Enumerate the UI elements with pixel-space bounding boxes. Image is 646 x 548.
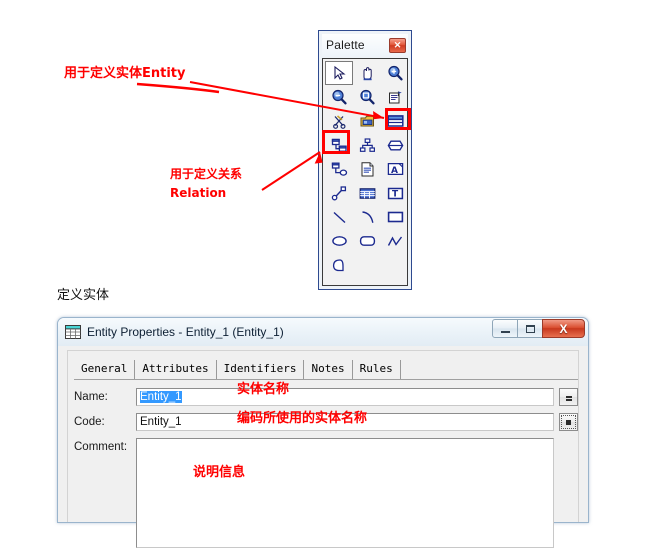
relationship-tool[interactable] <box>325 133 353 157</box>
annotation-name-text: 实体名称 <box>237 382 290 397</box>
comment-label: Comment: <box>74 441 128 453</box>
line-tool[interactable] <box>325 205 353 229</box>
name-input-value: Entity_1 <box>140 391 182 403</box>
comment-textarea[interactable] <box>136 438 554 548</box>
zoom-area-tool[interactable] <box>353 85 381 109</box>
association-tool[interactable] <box>381 133 409 157</box>
link-tool[interactable] <box>325 157 353 181</box>
inheritance-tool[interactable] <box>353 133 381 157</box>
name-input[interactable]: Entity_1 <box>136 388 554 406</box>
palette-titlebar[interactable]: Palette ✕ <box>322 34 408 56</box>
window-controls: X <box>492 319 585 338</box>
tab-rules[interactable]: Rules <box>353 360 401 379</box>
palette-tool-grid: A T <box>325 61 405 277</box>
palette-title: Palette <box>326 38 365 52</box>
rectangle-tool[interactable] <box>381 205 409 229</box>
tab-general[interactable]: General <box>74 360 136 379</box>
ellipse-tool[interactable] <box>325 229 353 253</box>
name-field-wrap: Entity_1 <box>136 388 578 406</box>
entity-grid-icon <box>65 325 81 339</box>
tab-identifiers[interactable]: Identifiers <box>217 360 305 379</box>
entity-tool[interactable] <box>381 109 409 133</box>
comment-field-row: Comment: <box>74 438 578 548</box>
name-label: Name: <box>74 391 108 403</box>
maximize-button[interactable] <box>517 319 543 338</box>
name-field-row: Name: Entity_1 <box>74 388 578 406</box>
file-note-tool[interactable] <box>353 157 381 181</box>
tab-notes[interactable]: Notes <box>304 360 353 379</box>
dialog-body: General Attributes Identifiers Notes Rul… <box>67 350 579 548</box>
dialog-titlebar[interactable]: Entity Properties - Entity_1 (Entity_1) … <box>58 318 588 346</box>
text-tool[interactable]: T <box>381 181 409 205</box>
comment-field-wrap <box>136 438 578 548</box>
annotation-relation-text-line2: Relation <box>170 186 227 200</box>
code-equals-button[interactable] <box>559 413 578 431</box>
tab-attributes[interactable]: Attributes <box>135 360 217 379</box>
title-area-tool[interactable]: A <box>381 157 409 181</box>
properties-tool[interactable] <box>381 85 409 109</box>
arc-tool[interactable] <box>353 205 381 229</box>
minimize-icon <box>500 330 510 333</box>
dialog-tabs: General Attributes Identifiers Notes Rul… <box>74 358 578 380</box>
zoom-out-tool[interactable] <box>325 85 353 109</box>
annotation-entity-text: 用于定义实体Entity <box>64 66 186 81</box>
palette-window[interactable]: Palette ✕ A T <box>318 30 412 290</box>
package-tool[interactable] <box>353 109 381 133</box>
annotation-code-text: 编码所使用的实体名称 <box>237 411 368 426</box>
code-label: Code: <box>74 416 105 428</box>
close-button[interactable]: X <box>542 319 585 338</box>
svg-text:A: A <box>391 166 398 176</box>
table-tool[interactable] <box>353 181 381 205</box>
minimize-button[interactable] <box>492 319 518 338</box>
svg-text:T: T <box>392 189 399 199</box>
zoom-in-tool[interactable] <box>381 61 409 85</box>
equals-icon <box>566 419 571 425</box>
polyline-tool[interactable] <box>381 229 409 253</box>
dependency-tool[interactable] <box>325 181 353 205</box>
annotation-relation-text-line1: 用于定义关系 <box>170 167 243 181</box>
pointer-tool[interactable] <box>325 61 353 85</box>
maximize-icon <box>525 324 535 333</box>
palette-tool-grid-frame: A T <box>322 58 408 286</box>
polygon-tool[interactable] <box>325 253 353 277</box>
annotation-comment-text: 说明信息 <box>193 465 246 480</box>
pan-hand-tool[interactable] <box>353 61 381 85</box>
rounded-rect-tool[interactable] <box>353 229 381 253</box>
close-icon[interactable]: ✕ <box>389 37 406 53</box>
section-caption-define-entity: 定义实体 <box>57 288 110 303</box>
delete-scissors-tool[interactable] <box>325 109 353 133</box>
dialog-title: Entity Properties - Entity_1 (Entity_1) <box>87 325 284 339</box>
equals-icon <box>565 396 572 398</box>
name-equals-button[interactable] <box>559 388 578 406</box>
